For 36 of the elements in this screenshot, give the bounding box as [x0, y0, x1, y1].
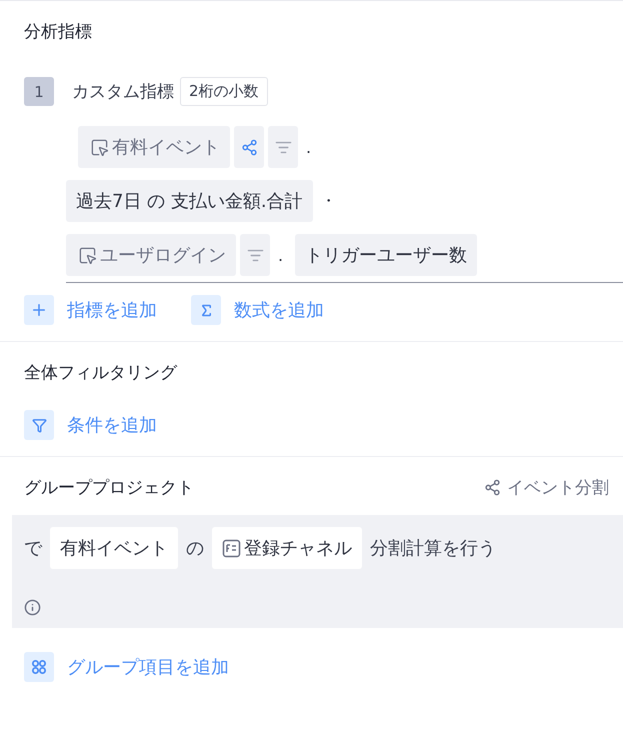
add-button[interactable]: 条件を追加 [24, 410, 157, 440]
plus-icon [24, 295, 54, 325]
section-title: 分析指標 [23, 20, 93, 44]
filter-button[interactable] [268, 126, 298, 168]
split-button[interactable] [234, 126, 264, 168]
sentence-text: 分割計算を行う [370, 537, 496, 560]
add-button[interactable]: 指標を追加 [24, 295, 157, 325]
event-selector[interactable]: ユーザログイン [66, 234, 236, 276]
event-selector[interactable]: 有料イベント [78, 126, 230, 168]
filter-icon [24, 410, 54, 440]
section-title: 全体フィルタリング [23, 362, 178, 384]
share-icon [484, 478, 501, 496]
filter-button[interactable] [240, 234, 270, 276]
property-selector[interactable]: 登録チャネル [212, 527, 362, 569]
metric-number: 1 [24, 77, 54, 106]
cursor-icon [78, 246, 97, 264]
separator: ・ [320, 190, 338, 212]
metric-selector[interactable]: トリガーユーザー数 [295, 234, 478, 276]
add-button[interactable]: 数式を追加 [191, 295, 324, 325]
grid-icon [24, 652, 54, 682]
cursor-icon [90, 138, 109, 156]
info-icon[interactable] [24, 599, 41, 616]
metric-selector[interactable]: 過去7日 の 支払い金額.合計 [66, 180, 313, 222]
event-split-link[interactable]: イベント分割 [484, 476, 609, 498]
metric-name: カスタム指標 [72, 81, 174, 103]
add-button[interactable]: グループ項目を追加 [24, 652, 229, 682]
event-selector[interactable]: 有料イベント [50, 527, 178, 569]
separator: . [277, 246, 284, 264]
sentence-text: で [24, 537, 42, 560]
share-icon [240, 138, 258, 156]
sigma-icon [191, 295, 221, 325]
separator: . [305, 138, 312, 156]
property-icon [222, 538, 241, 558]
sentence-text: の [186, 537, 204, 560]
format-tag[interactable]: 2桁の小数 [180, 77, 268, 106]
section-title: グループプロジェクト [23, 476, 194, 500]
